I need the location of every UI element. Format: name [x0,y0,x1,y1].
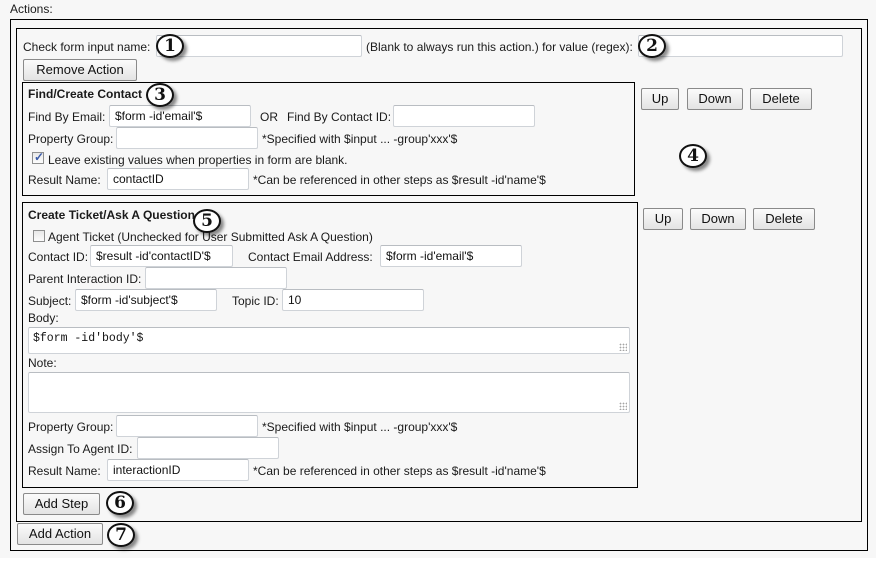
property-group-field[interactable] [116,415,258,437]
contact-id-field[interactable] [90,245,233,267]
find-by-contact-id-field[interactable] [393,105,535,127]
contact-email-field[interactable] [380,245,522,267]
subject-field[interactable] [75,289,217,311]
result-name-field[interactable] [107,459,249,481]
callout-2: 2 [638,34,666,58]
note-textarea[interactable] [28,372,630,413]
property-group-field[interactable] [116,127,258,149]
contact-id-label: Contact ID: [28,250,89,264]
actions-section-label: Actions: [10,2,53,16]
leave-existing-checkbox[interactable]: ✓ [32,150,45,164]
note-textarea-wrap [28,372,630,413]
step1-delete-button[interactable]: Delete [750,88,812,110]
result-name-hint: *Can be referenced in other steps as $re… [253,173,546,187]
callout-1: 1 [156,34,184,58]
callout-7: 7 [107,523,135,547]
result-name-label: Result Name: [28,173,101,187]
callout-6: 6 [106,491,134,515]
assign-agent-field[interactable] [137,437,279,459]
property-group-hint: *Specified with $input ... -group'xxx'$ [262,132,458,146]
topic-id-label: Topic ID: [232,294,279,308]
body-textarea[interactable]: $form -id'body'$ [28,327,630,354]
note-label: Note: [28,356,57,370]
contact-email-label: Contact Email Address: [248,250,373,264]
result-name-label: Result Name: [28,464,101,478]
topic-id-field[interactable] [282,289,424,311]
resize-grip-icon[interactable] [619,402,627,410]
assign-agent-label: Assign To Agent ID: [28,442,133,456]
resize-grip-icon[interactable] [619,343,627,351]
property-group-hint: *Specified with $input ... -group'xxx'$ [262,420,458,434]
agent-ticket-checkbox[interactable] [33,230,45,242]
body-label: Body: [28,311,59,325]
add-action-button[interactable]: Add Action [17,523,103,545]
check-input-label: Check form input name: [23,40,151,54]
find-by-contact-id-label: Find By Contact ID: [287,110,392,124]
step-title-find-create-contact: Find/Create Contact [28,87,143,101]
remove-action-button[interactable]: Remove Action [23,59,137,81]
step2-down-button[interactable]: Down [690,208,746,230]
result-name-hint: *Can be referenced in other steps as $re… [253,464,546,478]
callout-3: 3 [146,83,174,107]
step-title-create-ticket: Create Ticket/Ask A Question [28,208,195,222]
or-label: OR [260,110,278,124]
result-name-field[interactable] [107,168,249,190]
property-group-label: Property Group: [28,132,114,146]
add-step-button[interactable]: Add Step [23,493,100,515]
parent-interaction-field[interactable] [145,267,287,289]
step1-down-button[interactable]: Down [687,88,743,110]
property-group-label: Property Group: [28,420,114,434]
find-by-email-field[interactable] [109,105,251,127]
step2-delete-button[interactable]: Delete [753,208,815,230]
step2-up-button[interactable]: Up [643,208,683,230]
blank-hint-label: (Blank to always run this action.) for v… [366,40,633,54]
body-textarea-wrap: $form -id'body'$ [28,327,630,354]
subject-label: Subject: [28,294,72,308]
regex-value-field[interactable] [638,35,843,57]
find-by-email-label: Find By Email: [28,110,106,124]
callout-4: 4 [679,144,707,168]
step1-up-button[interactable]: Up [641,88,679,110]
leave-existing-label: Leave existing values when properties in… [48,153,348,167]
check-form-input-name-field[interactable] [156,35,362,57]
checkmark-icon: ✓ [34,150,45,164]
parent-interaction-label: Parent Interaction ID: [28,272,142,286]
callout-5: 5 [193,209,221,233]
